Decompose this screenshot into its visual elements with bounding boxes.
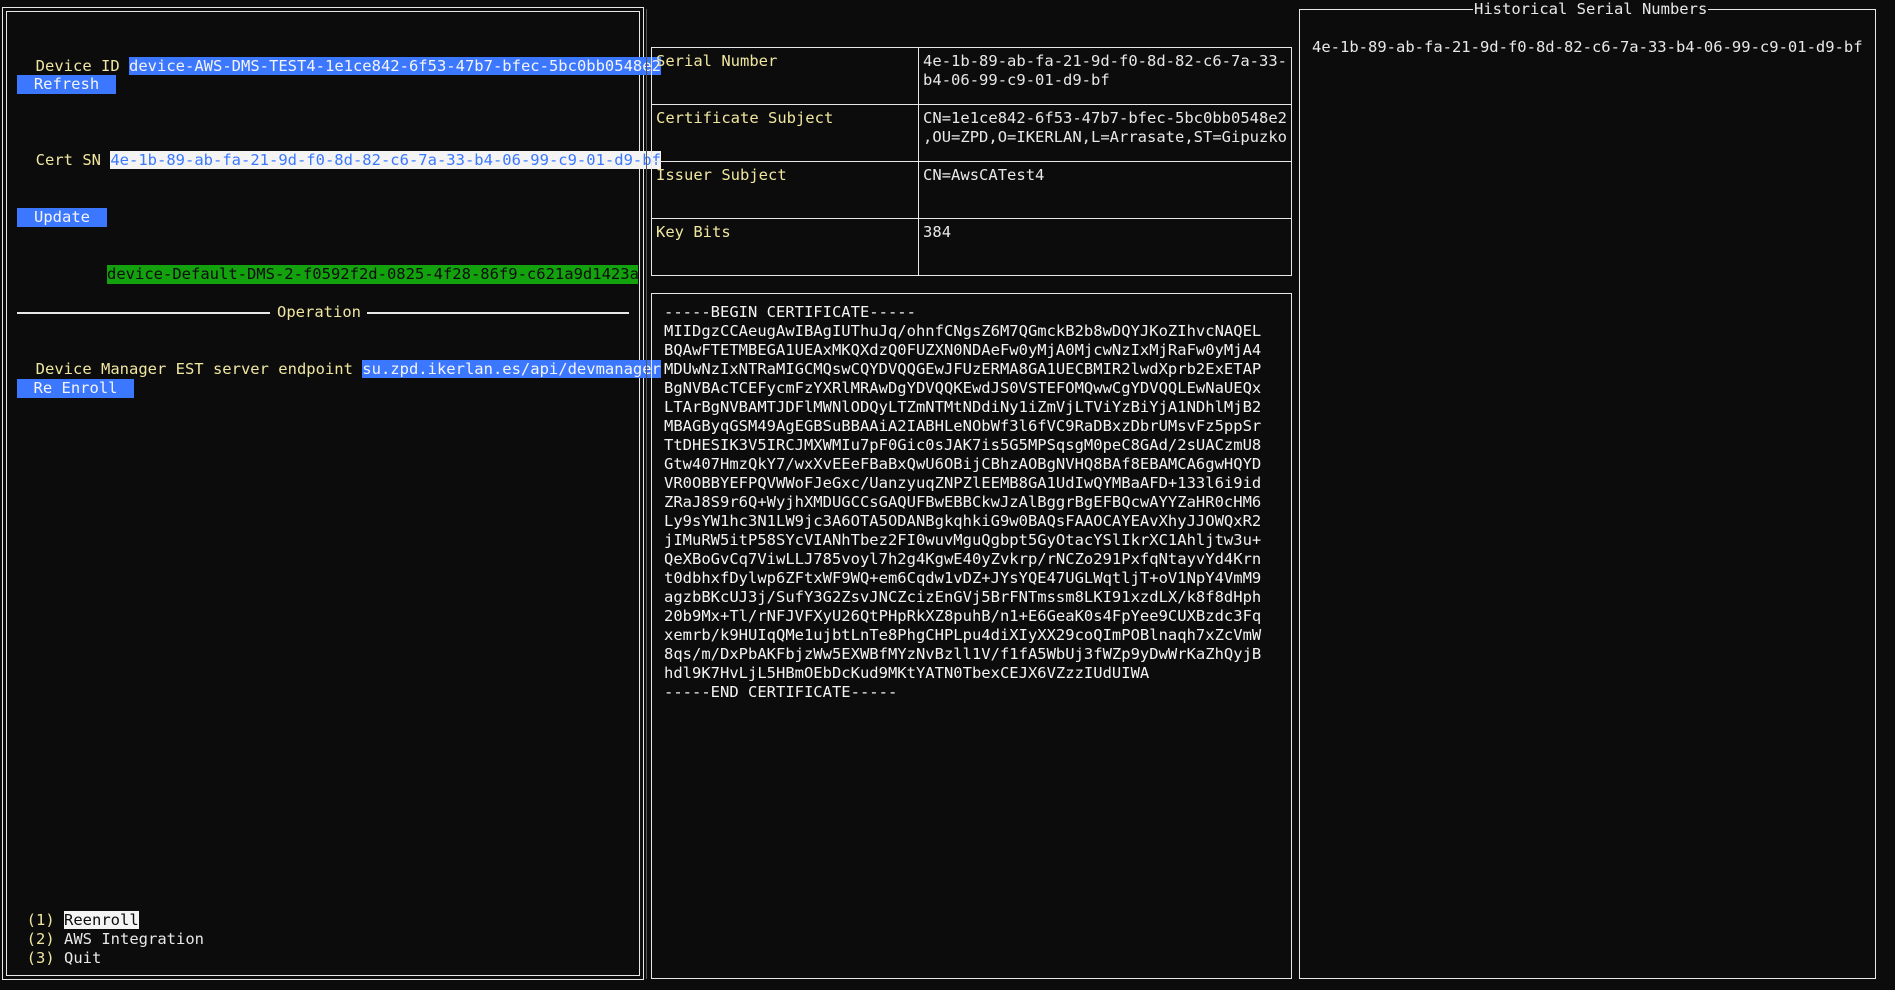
certificate-line: t0dbhxfDylwp6ZFtxWF9WQ+em6Cqdw1vDZ+JYsYQ… xyxy=(664,569,1262,587)
certificate-line: ZRaJ8S9r6Q+WyjhXMDUGCCsGAQUFBwEBBCkwJzAl… xyxy=(664,493,1262,511)
operation-divider-left xyxy=(17,312,270,314)
re-enroll-button[interactable]: Re Enroll xyxy=(17,379,134,398)
certificate-line: LTArBgNVBAMTJDFlMWNlODQyLTZmNTMtNDdiNy1i… xyxy=(664,398,1262,416)
history-list-item[interactable]: 4e-1b-89-ab-fa-21-9d-f0-8d-82-c6-7a-33-b… xyxy=(1312,38,1863,57)
device-id-label: Device ID xyxy=(35,57,120,75)
certificate-line: MDUwNzIxNTRaMIGCMQswCQYDVQQGEwJFUzERMA8G… xyxy=(664,360,1262,378)
certificate-info-table: Serial Number 4e-1b-89-ab-fa-21-9d-f0-8d… xyxy=(650,47,1292,276)
issuer-subject-label: Issuer Subject xyxy=(650,161,920,219)
certificate-line: hdl9K7HvLjL5HBmOEbDcKud9MKtYATN0TbexCEJX… xyxy=(664,664,1150,682)
certificate-line: BQAwFTETMBEGA1UEAxMKQXdzQ0FUZXN0NDAeFw0y… xyxy=(664,341,1262,359)
serial-number-label: Serial Number xyxy=(650,47,920,105)
history-panel xyxy=(1299,9,1876,979)
menu-item-quit[interactable]: (3) Quit xyxy=(8,930,102,968)
history-title: Historical Serial Numbers xyxy=(1473,0,1709,19)
panel-divider xyxy=(646,9,647,979)
operation-title: Operation xyxy=(277,303,361,321)
certificate-line: 8qs/m/DxPbAKFbjzWw5EXWBfMYzNvBzll1V/f1fA… xyxy=(664,645,1262,663)
certificate-line: Ly9sYW1hc3N1LW9jc3A6OTA5ODANBgkqhkiG9w0B… xyxy=(664,512,1262,530)
update-button[interactable]: Update xyxy=(17,208,107,227)
menu-key: (3) xyxy=(26,949,55,967)
device-id-row: Device ID device-AWS-DMS-TEST4-1e1ce842-… xyxy=(17,38,661,76)
selected-device-highlight[interactable]: device-Default-DMS-2-f0592f2d-0825-4f28-… xyxy=(107,265,639,284)
certificate-line: jIMuRW5itP58SYcVIANhTbez2FI0wuvMguQgbpt5… xyxy=(664,531,1262,549)
certificate-line: TtDHESIK3V5IRCJMXWMIu7pF0Gic0sJAK7is5G5M… xyxy=(664,436,1262,454)
menu-label: Quit xyxy=(64,949,102,967)
certificate-line: VR0OBBYEFPQVWWoFJeGxc/UanzyuqZNPZlEEMB8G… xyxy=(664,474,1262,492)
operation-divider-right xyxy=(367,312,629,314)
table-row: Serial Number 4e-1b-89-ab-fa-21-9d-f0-8d… xyxy=(650,47,1292,105)
certificate-line: Gtw407HmzQkY7/wxXvEEeFBaBxQwU6OBijCBhzAO… xyxy=(664,455,1262,473)
serial-number-value: 4e-1b-89-ab-fa-21-9d-f0-8d-82-c6-7a-33- … xyxy=(918,47,1292,105)
certificate-line: xemrb/k9HUIqQMe1ujbtLnTe8PhgCHPLpu4diXIy… xyxy=(664,626,1262,644)
device-id-field[interactable]: device-AWS-DMS-TEST4-1e1ce842-6f53-47b7-… xyxy=(129,57,661,75)
certificate-line: agzbBKcUJ3j/SufY3G2ZsvJNCZcizEnGVj5BrFNT… xyxy=(664,588,1262,606)
refresh-button[interactable]: Refresh xyxy=(17,75,116,94)
key-bits-value: 384 xyxy=(918,218,1292,276)
table-row: Issuer Subject CN=AwsCATest4 xyxy=(650,161,1292,219)
cert-sn-row: Cert SN 4e-1b-89-ab-fa-21-9d-f0-8d-82-c6… xyxy=(17,132,661,170)
certificate-line: -----END CERTIFICATE----- xyxy=(664,683,898,701)
cert-sn-label: Cert SN xyxy=(35,151,101,169)
certificate-pem-text: -----BEGIN CERTIFICATE----- MIIDgzCCAeugA… xyxy=(664,303,1261,702)
endpoint-label: Device Manager EST server endpoint xyxy=(35,360,353,378)
certificate-line: QeXBoGvCq7ViwLLJ785voyl7h2g4KgwE40yZvkrp… xyxy=(664,550,1262,568)
certificate-subject-value: CN=1e1ce842-6f53-47b7-bfec-5bc0bb0548e2 … xyxy=(918,104,1292,162)
key-bits-label: Key Bits xyxy=(650,218,920,276)
certificate-line: 20b9Mx+Tl/rNFJVFXyU26QtPHpRkXZ8puhB/n1+E… xyxy=(664,607,1262,625)
certificate-line: -----BEGIN CERTIFICATE----- xyxy=(664,303,916,321)
certificate-line: MBAGByqGSM49AgEGBSuBBAAiA2IABHLeNObWf3l6… xyxy=(664,417,1262,435)
endpoint-row: Device Manager EST server endpoint su.zp… xyxy=(17,341,661,379)
issuer-subject-value: CN=AwsCATest4 xyxy=(918,161,1292,219)
cert-sn-field[interactable]: 4e-1b-89-ab-fa-21-9d-f0-8d-82-c6-7a-33-b… xyxy=(110,151,661,169)
certificate-line: BgNVBAcTCEFycmFzYXRlMRAwDgYDVQQKEwdJS0VS… xyxy=(664,379,1262,397)
table-row: Certificate Subject CN=1e1ce842-6f53-47b… xyxy=(650,104,1292,162)
table-row: Key Bits 384 xyxy=(650,218,1292,276)
certificate-subject-label: Certificate Subject xyxy=(650,104,920,162)
endpoint-field[interactable]: su.zpd.ikerlan.es/api/devmanager xyxy=(362,360,661,378)
certificate-line: MIIDgzCCAeugAwIBAgIUThuJq/ohnfCNgsZ6M7QG… xyxy=(664,322,1262,340)
